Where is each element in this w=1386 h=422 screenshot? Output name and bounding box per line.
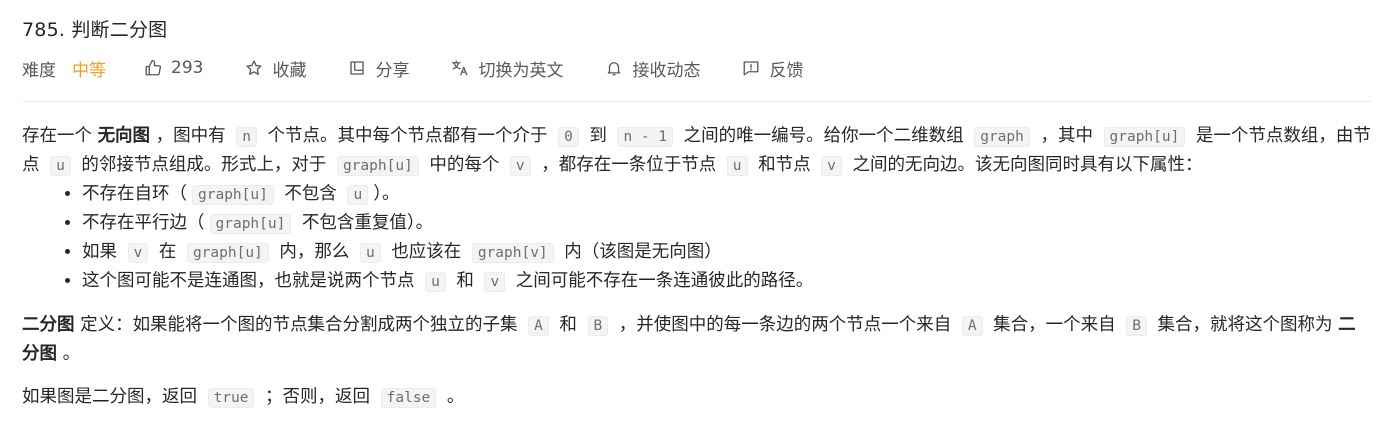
favorite-button[interactable]: 收藏 bbox=[245, 56, 306, 81]
text: 个节点。其中每个节点都有一个介于 bbox=[261, 126, 554, 146]
code-inline: u bbox=[50, 156, 71, 176]
feedback-button[interactable]: 反馈 bbox=[742, 56, 803, 81]
text: 和 bbox=[553, 315, 583, 335]
switch-language-label: 切换为英文 bbox=[478, 60, 564, 81]
code-inline: v bbox=[127, 243, 149, 263]
text: 如果 bbox=[82, 242, 123, 262]
text: 之间的唯一编号。给你一个二维数组 bbox=[678, 126, 970, 146]
text: ；否则，返回 bbox=[259, 387, 376, 407]
list-item: 这个图可能不是连通图，也就是说两个节点 u 和 v 之间可能不存在一条连通彼此的… bbox=[82, 267, 1372, 296]
text: 。 bbox=[57, 344, 81, 364]
text: 这个图可能不是连通图，也就是说两个节点 bbox=[82, 271, 421, 291]
code-inline: graph[u] bbox=[336, 156, 419, 176]
share-icon bbox=[350, 61, 365, 75]
text: 集合，就将这个图称为 bbox=[1151, 315, 1339, 335]
code-inline: v bbox=[484, 272, 506, 292]
divider bbox=[22, 101, 1372, 102]
code-inline: v bbox=[509, 156, 531, 176]
property-list: 不存在自环（graph[u] 不包含 u）。 不存在平行边（graph[u] 不… bbox=[22, 180, 1372, 296]
difficulty-value: 中等 bbox=[72, 60, 106, 81]
text: 之间的无向边。该无向图同时具有以下属性： bbox=[846, 155, 1203, 175]
feedback-icon bbox=[744, 61, 759, 76]
switch-language-button[interactable]: 切换为英文 bbox=[451, 56, 563, 81]
share-button[interactable]: 分享 bbox=[348, 56, 409, 81]
code-inline: graph[v] bbox=[471, 243, 554, 263]
text: 到 bbox=[583, 126, 613, 146]
text: 不存在自环（ bbox=[82, 184, 187, 204]
list-item: 不存在平行边（graph[u] 不包含重复值）。 bbox=[82, 209, 1372, 238]
text: 不包含 bbox=[278, 184, 343, 204]
subscribe-button[interactable]: 接收动态 bbox=[605, 56, 700, 81]
bold-term: 二分图 bbox=[22, 315, 75, 335]
problem-description: 存在一个 无向图 ，图中有 n 个节点。其中每个节点都有一个介于 0 到 n -… bbox=[22, 122, 1372, 412]
code-inline: u bbox=[359, 243, 381, 263]
bell-icon bbox=[608, 62, 621, 76]
difficulty-label: 难度 bbox=[22, 60, 56, 81]
code-inline: u bbox=[425, 272, 446, 292]
text: 和节点 bbox=[752, 155, 817, 175]
text: ，并使图中的每一条边的两个节点一个来自 bbox=[613, 315, 957, 335]
text: ）。 bbox=[373, 184, 400, 204]
code-inline: B bbox=[1126, 316, 1147, 336]
text: 定义：如果能将一个图的节点集合分割成两个独立的子集 bbox=[74, 315, 524, 335]
code-inline: u bbox=[347, 185, 369, 205]
code-inline: graph[u] bbox=[209, 214, 292, 234]
translate-icon bbox=[452, 60, 468, 76]
subscribe-label: 接收动态 bbox=[632, 60, 701, 81]
text: ，都存在一条位于节点 bbox=[535, 155, 722, 175]
share-label: 分享 bbox=[375, 60, 410, 81]
code-inline: false bbox=[380, 388, 437, 408]
code-inline: graph[u] bbox=[186, 243, 269, 263]
code-inline: 0 bbox=[558, 127, 579, 147]
text: 也应该在 bbox=[385, 242, 467, 262]
problem-title: 785. 判断二分图 bbox=[22, 19, 168, 41]
description-paragraph: 存在一个 无向图 ，图中有 n 个节点。其中每个节点都有一个介于 0 到 n -… bbox=[22, 122, 1372, 180]
bold-term: 无向图 bbox=[97, 126, 151, 146]
code-inline: graph bbox=[974, 127, 1030, 147]
code-inline: v bbox=[821, 156, 842, 176]
feedback-label: 反馈 bbox=[769, 60, 804, 81]
difficulty: 难度 中等 bbox=[22, 56, 106, 81]
favorite-label: 收藏 bbox=[272, 60, 307, 81]
problem-meta-bar: 难度 中等 293 收藏 分享 切换为英文 接收动态 反馈 bbox=[22, 55, 845, 81]
star-icon bbox=[246, 60, 263, 75]
problem-panel: 785. 判断二分图 难度 中等 293 收藏 分享 切换为英文 接收动态 反馈… bbox=[0, 0, 1386, 422]
code-inline: u bbox=[726, 156, 748, 176]
code-inline: n bbox=[236, 127, 257, 147]
code-inline: true bbox=[207, 388, 255, 408]
code-inline: B bbox=[587, 316, 609, 336]
text: ，图中有 bbox=[150, 126, 232, 146]
code-inline: A bbox=[961, 316, 983, 336]
text: 。 bbox=[441, 387, 465, 407]
text: 不存在平行边（ bbox=[82, 213, 205, 233]
code-inline: n - 1 bbox=[617, 127, 674, 147]
text: ，其中 bbox=[1034, 126, 1099, 146]
list-item: 不存在自环（graph[u] 不包含 u）。 bbox=[82, 180, 1372, 209]
text: 之间可能不存在一条连通彼此的路径。 bbox=[510, 271, 814, 291]
text: 内，那么 bbox=[273, 242, 355, 262]
text: 和 bbox=[450, 271, 480, 291]
code-inline: A bbox=[528, 316, 549, 336]
text: 存在一个 bbox=[22, 126, 98, 146]
code-inline: graph[u] bbox=[192, 185, 274, 205]
text: 集合，一个来自 bbox=[987, 315, 1122, 335]
definition-paragraph: 二分图 定义：如果能将一个图的节点集合分割成两个独立的子集 A 和 B ，并使图… bbox=[22, 311, 1372, 368]
text: 内（该图是无向图） bbox=[558, 242, 722, 262]
text: 的邻接节点组成。形式上，对于 bbox=[75, 155, 332, 175]
text: 中的每个 bbox=[423, 155, 505, 175]
like-count: 293 bbox=[171, 58, 204, 78]
code-inline: graph[u] bbox=[1103, 127, 1186, 147]
return-paragraph: 如果图是二分图，返回 true ；否则，返回 false 。 bbox=[22, 383, 1372, 412]
text: 不包含重复值）。 bbox=[296, 213, 434, 233]
text: 在 bbox=[153, 242, 182, 262]
thumbs-up-icon bbox=[145, 59, 162, 76]
list-item: 如果 v 在 graph[u] 内，那么 u 也应该在 graph[v] 内（该… bbox=[82, 238, 1372, 267]
text: 如果图是二分图，返回 bbox=[22, 387, 203, 407]
like-button[interactable]: 293 bbox=[144, 58, 203, 78]
